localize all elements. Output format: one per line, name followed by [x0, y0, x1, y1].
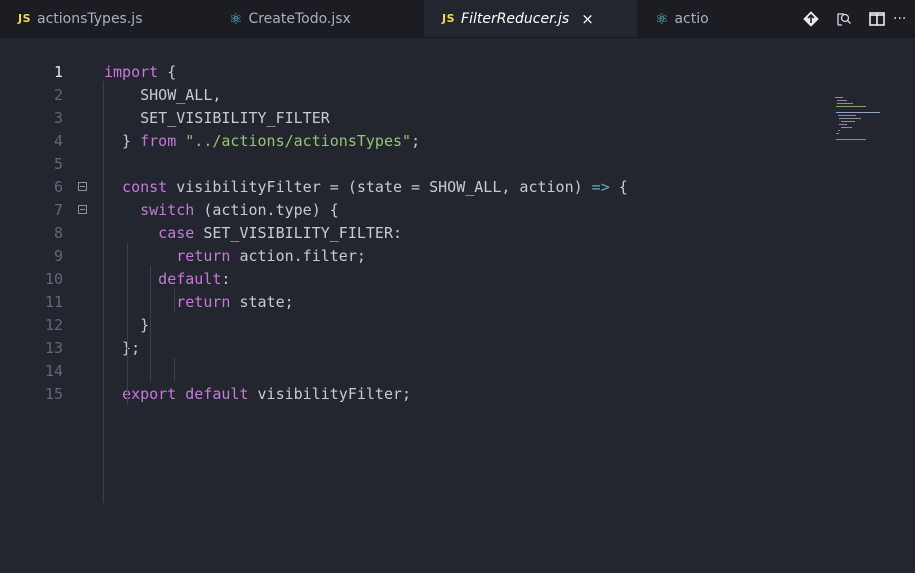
code-line[interactable]: 11 return state; [0, 291, 830, 314]
code-line[interactable]: 14 [0, 360, 830, 383]
indent-guide [127, 243, 128, 404]
js-file-icon: JS [442, 12, 456, 25]
line-number: 6 [53, 178, 63, 196]
more-actions-icon[interactable]: ··· [893, 0, 915, 37]
code-text: const visibilityFilter = (state = SHOW_A… [104, 176, 628, 199]
code-line[interactable]: 3 SET_VISIBILITY_FILTER [0, 107, 830, 130]
line-number: 15 [44, 385, 63, 403]
line-number: 5 [53, 155, 63, 173]
code-line[interactable]: 1 import { [0, 61, 830, 84]
code-text: return state; [104, 291, 294, 314]
code-text: case SET_VISIBILITY_FILTER: [104, 222, 402, 245]
code-token: return [104, 247, 240, 265]
code-token: import [104, 63, 159, 81]
line-number: 4 [53, 132, 63, 150]
code-line[interactable]: 5 [0, 153, 830, 176]
code-token: => [591, 178, 610, 196]
code-token: from [140, 132, 177, 150]
code-line[interactable]: 7 switch (action.type) { [0, 199, 830, 222]
code-token: const [104, 178, 177, 196]
close-tab-icon[interactable]: × [581, 10, 594, 28]
react-file-icon: ⚛ [655, 9, 669, 28]
indent-guide [150, 266, 151, 381]
code-text: SHOW_ALL, [104, 84, 221, 107]
code-line[interactable]: 10 default: [0, 268, 830, 291]
tab-filterreducer[interactable]: JS FilterReducer.js × [424, 0, 637, 37]
code-text: return action.filter; [104, 245, 366, 268]
code-line[interactable]: 2 SHOW_ALL, [0, 84, 830, 107]
code-text: } from "../actions/actionsTypes"; [104, 130, 420, 153]
tab-label: FilterReducer.js [461, 10, 570, 27]
line-number: 11 [44, 293, 63, 311]
code-token: visibilityFilter; [257, 385, 412, 403]
fold-toggle-icon[interactable] [78, 205, 87, 214]
tab-bar: JS actionsTypes.js ⚛ CreateTodo.jsx JS F… [0, 0, 915, 38]
code-line[interactable]: 15 export default visibilityFilter; [0, 383, 830, 406]
line-number: 2 [53, 86, 63, 104]
code-token: }; [104, 339, 141, 357]
indent-guide [174, 358, 175, 381]
code-text: import { [104, 61, 176, 84]
code-text: switch (action.type) { [104, 199, 339, 222]
tab-label: CreateTodo.jsx [248, 10, 351, 27]
code-token: } [104, 132, 141, 150]
minimap[interactable] [835, 97, 895, 142]
code-token: { [609, 178, 628, 196]
code-token: SHOW_ALL, [104, 86, 222, 104]
line-number: 9 [53, 247, 63, 265]
code-token: action.filter; [239, 247, 366, 265]
line-number: 7 [53, 201, 63, 219]
code-token: state; [239, 293, 294, 311]
line-number: 13 [44, 339, 63, 357]
react-file-icon: ⚛ [229, 9, 243, 28]
code-token: default [104, 270, 222, 288]
line-number: 8 [53, 224, 63, 242]
code-line[interactable]: 8 case SET_VISIBILITY_FILTER: [0, 222, 830, 245]
code-line[interactable]: 9 return action.filter; [0, 245, 830, 268]
code-token: case [104, 224, 204, 242]
tab-label: actionsTypes.js [37, 10, 143, 27]
indent-guide [103, 81, 104, 503]
code-line[interactable]: 12 } [0, 314, 830, 337]
code-text: export default visibilityFilter; [104, 383, 411, 406]
code-token: : [221, 270, 231, 288]
editor-window: JS actionsTypes.js ⚛ CreateTodo.jsx JS F… [0, 0, 915, 573]
js-file-icon: JS [18, 12, 32, 25]
editor-actions: ··· [794, 0, 915, 37]
code-line[interactable]: 6 const visibilityFilter = (state = SHOW… [0, 176, 830, 199]
code-text: }; [104, 337, 140, 360]
git-diff-icon[interactable] [794, 0, 827, 37]
code-token: visibilityFilter = (state = SHOW_ALL, ac… [176, 178, 592, 196]
code-line[interactable]: 4 } from "../actions/actionsTypes"; [0, 130, 830, 153]
line-number: 3 [53, 109, 63, 127]
tab-label: actio [674, 10, 709, 27]
code-editor[interactable]: 1 import {2 SHOW_ALL, 3 SET_VISIBILITY_FIL… [0, 37, 915, 573]
tab-createtodo[interactable]: ⚛ CreateTodo.jsx [211, 0, 424, 37]
line-number: 10 [44, 270, 63, 288]
line-number: 1 [53, 63, 63, 81]
tab-actions-truncated[interactable]: ⚛ actio [637, 0, 734, 37]
code-token: "../actions/actionsTypes" [185, 132, 412, 150]
fold-toggle-icon[interactable] [78, 182, 87, 191]
code-text: default: [104, 268, 230, 291]
code-token: SET_VISIBILITY_FILTER: [203, 224, 403, 242]
tab-actionstypes[interactable]: JS actionsTypes.js [0, 0, 211, 37]
code-token: switch [104, 201, 195, 219]
split-editor-icon[interactable] [860, 0, 893, 37]
code-token: { [158, 63, 177, 81]
line-number: 14 [44, 362, 63, 380]
code-token: return [104, 293, 240, 311]
indent-guide [174, 289, 175, 312]
code-token: SET_VISIBILITY_FILTER [104, 109, 330, 127]
code-token: ; [411, 132, 421, 150]
code-token: (action.type) { [194, 201, 339, 219]
code-text: SET_VISIBILITY_FILTER [104, 107, 330, 130]
line-number: 12 [44, 316, 63, 334]
code-line[interactable]: 13 }; [0, 337, 830, 360]
open-preview-icon[interactable] [827, 0, 860, 37]
